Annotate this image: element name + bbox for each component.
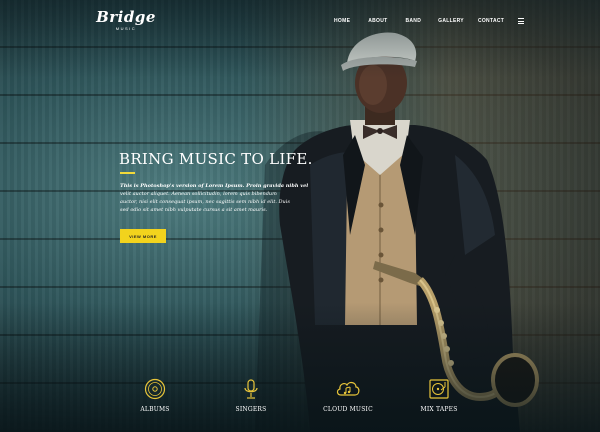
nav-item-contact[interactable]: CONTACT — [478, 18, 504, 24]
hero-description-line: velit auctor aliquet. Aenean sollicitudi… — [120, 191, 277, 197]
feature-bar: ALBUMS SINGERS CLOUD MUSIC MIX TAPES — [0, 378, 600, 418]
cloud-music-icon — [336, 381, 360, 396]
main-nav: HOME ABOUT BAND GALLERY CONTACT — [326, 18, 525, 24]
hero-description-line: This is Photoshop's version of Lorem Ips… — [120, 183, 309, 189]
hero-title: BRING MUSIC TO LIFE. — [119, 150, 313, 168]
brand-logo[interactable]: Bridge MUSIC — [96, 8, 156, 32]
hero-description-line: sed odio sit amet nibh vulputate cursus … — [120, 207, 268, 213]
feature-singers[interactable]: SINGERS — [216, 378, 286, 413]
feature-mix-tapes[interactable]: MIX TAPES — [404, 378, 474, 413]
feature-label: CLOUD MUSIC — [323, 406, 373, 413]
feature-label: SINGERS — [235, 406, 267, 413]
nav-item-home[interactable]: HOME — [334, 18, 350, 24]
hero-description-line: auctor, nisi elit consequat ipsum, nec s… — [120, 199, 290, 205]
nav-item-gallery[interactable]: GALLERY — [438, 18, 464, 24]
feature-label: ALBUMS — [140, 406, 170, 413]
microphone-icon — [244, 379, 258, 399]
vinyl-record-icon — [144, 378, 166, 400]
feature-albums[interactable]: ALBUMS — [120, 378, 190, 413]
turntable-icon — [429, 379, 449, 399]
brand-subtitle: MUSIC — [115, 26, 137, 31]
feature-label: MIX TAPES — [420, 406, 458, 413]
hamburger-menu-icon[interactable] — [518, 18, 525, 24]
hero-page: Bridge MUSIC HOME ABOUT BAND GALLERY CON… — [0, 0, 600, 432]
nav-item-band[interactable]: BAND — [405, 18, 421, 24]
hero-description: This is Photoshop's version of Lorem Ips… — [120, 182, 309, 214]
feature-cloud-music[interactable]: CLOUD MUSIC — [313, 378, 383, 413]
title-underline — [120, 172, 135, 174]
brand-name: Bridge — [96, 8, 156, 26]
view-more-button[interactable]: VIEW MORE — [120, 229, 166, 243]
nav-item-about[interactable]: ABOUT — [368, 18, 387, 24]
